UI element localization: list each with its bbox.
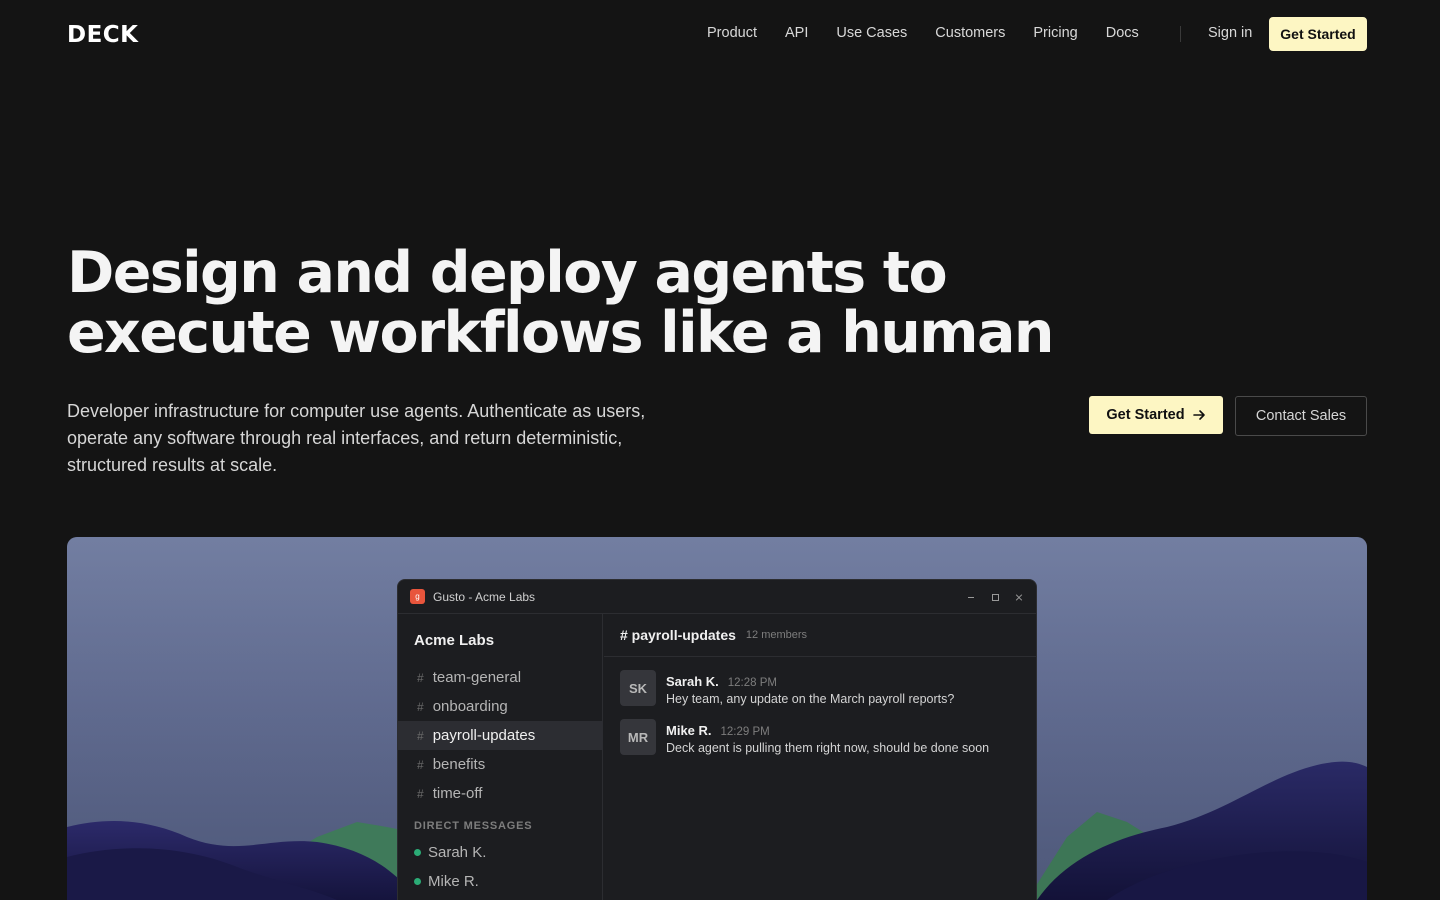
nav-docs[interactable]: Docs xyxy=(1106,25,1139,41)
deck-logo[interactable]: DECK xyxy=(67,22,139,48)
hash-icon: # xyxy=(417,757,424,772)
message-text: Hey team, any update on the March payrol… xyxy=(666,692,955,706)
hero-get-started-button[interactable]: Get Started xyxy=(1089,396,1223,434)
avatar[interactable]: MR xyxy=(620,719,656,755)
channel-list: # team-general # onboarding # payroll-up… xyxy=(398,663,603,808)
message-time: 12:29 PM xyxy=(720,726,770,738)
hero-subtitle-line-2: operate any software through real interf… xyxy=(67,428,623,448)
product-showcase: g Gusto - Acme Labs Acme Labs # team-gen… xyxy=(67,537,1367,900)
channel-label: benefits xyxy=(432,756,486,773)
direct-messages-header: DIRECT MESSAGES xyxy=(414,820,533,832)
online-status-icon xyxy=(414,849,421,856)
hero-title: Design and deploy agents to execute work… xyxy=(67,240,1054,366)
hero-title-line-2: execute workflows like a human xyxy=(67,300,1054,366)
hash-icon: # xyxy=(417,728,424,743)
sign-in-link[interactable]: Sign in xyxy=(1208,25,1252,41)
header-get-started-button[interactable]: Get Started xyxy=(1269,17,1367,51)
gusto-app-icon: g xyxy=(410,589,425,604)
minimize-icon[interactable] xyxy=(966,592,976,602)
channel-team-general[interactable]: # team-general xyxy=(398,663,603,692)
member-count[interactable]: 12 members xyxy=(746,629,807,641)
chat-channel-name[interactable]: # payroll-updates xyxy=(620,627,736,643)
message: SK Sarah K. 12:28 PM Hey team, any updat… xyxy=(620,670,1020,706)
online-status-icon xyxy=(414,878,421,885)
message-content: Sarah K. 12:28 PM Hey team, any update o… xyxy=(666,670,954,706)
contact-sales-button[interactable]: Contact Sales xyxy=(1235,396,1367,436)
channel-benefits[interactable]: # benefits xyxy=(398,750,603,779)
avatar[interactable]: SK xyxy=(620,670,656,706)
channel-onboarding[interactable]: # onboarding xyxy=(398,692,603,721)
arrow-right-icon xyxy=(1192,410,1205,420)
hash-icon: # xyxy=(417,670,424,685)
dm-mike[interactable]: Mike R. xyxy=(398,867,603,896)
page: DECK Product API Use Cases Customers Pri… xyxy=(0,0,1440,900)
channel-label: team-general xyxy=(432,669,522,686)
message-meta: Sarah K. 12:28 PM xyxy=(666,674,954,689)
channel-label: onboarding xyxy=(432,698,508,715)
channel-payroll-updates[interactable]: # payroll-updates xyxy=(398,721,603,750)
message-author[interactable]: Sarah K. xyxy=(666,674,719,689)
dm-sarah[interactable]: Sarah K. xyxy=(398,838,603,867)
channel-label: time-off xyxy=(432,785,483,802)
gusto-app-window: g Gusto - Acme Labs Acme Labs # team-gen… xyxy=(397,579,1037,900)
message-time: 12:28 PM xyxy=(727,677,777,689)
message-text: Deck agent is pulling them right now, sh… xyxy=(666,741,990,755)
nav-use-cases[interactable]: Use Cases xyxy=(836,25,907,41)
maximize-icon[interactable] xyxy=(990,592,1000,602)
nav-divider xyxy=(1180,26,1181,42)
chat-header: # payroll-updates 12 members xyxy=(604,614,1036,657)
hero-subtitle-line-1: Developer infrastructure for computer us… xyxy=(67,401,646,421)
channel-time-off[interactable]: # time-off xyxy=(398,779,603,808)
hero-get-started-label: Get Started xyxy=(1106,407,1185,423)
app-sidebar: Acme Labs # team-general # onboarding # xyxy=(398,614,603,900)
message-meta: Mike R. 12:29 PM xyxy=(666,723,989,738)
nav-product[interactable]: Product xyxy=(707,25,757,41)
message: MR Mike R. 12:29 PM Deck agent is pullin… xyxy=(620,719,1020,755)
window-titlebar: g Gusto - Acme Labs xyxy=(398,580,1036,614)
main-nav: Product API Use Cases Customers Pricing … xyxy=(707,25,1167,41)
app-body: Acme Labs # team-general # onboarding # xyxy=(398,614,1036,900)
dm-label: Mike R. xyxy=(428,873,479,890)
close-icon[interactable] xyxy=(1014,592,1024,602)
message-list: SK Sarah K. 12:28 PM Hey team, any updat… xyxy=(620,670,1020,768)
hero-subtitle: Developer infrastructure for computer us… xyxy=(67,398,687,479)
hash-icon: # xyxy=(417,699,424,714)
hash-icon: # xyxy=(417,786,424,801)
chat-pane: # payroll-updates 12 members SK Sarah K.… xyxy=(604,614,1036,900)
message-content: Mike R. 12:29 PM Deck agent is pulling t… xyxy=(666,719,989,755)
message-author[interactable]: Mike R. xyxy=(666,723,712,738)
hero-title-line-1: Design and deploy agents to xyxy=(67,240,948,306)
hero-subtitle-line-3: structured results at scale. xyxy=(67,455,278,475)
nav-pricing[interactable]: Pricing xyxy=(1033,25,1077,41)
window-title: Gusto - Acme Labs xyxy=(433,589,536,604)
window-controls xyxy=(966,580,1024,614)
workspace-name[interactable]: Acme Labs xyxy=(414,632,494,649)
dm-label: Sarah K. xyxy=(428,844,487,861)
channel-label: payroll-updates xyxy=(432,727,536,744)
nav-api[interactable]: API xyxy=(785,25,808,41)
dm-list: Sarah K. Mike R. xyxy=(398,838,603,896)
nav-customers[interactable]: Customers xyxy=(935,25,1005,41)
site-header: DECK Product API Use Cases Customers Pri… xyxy=(0,0,1440,70)
